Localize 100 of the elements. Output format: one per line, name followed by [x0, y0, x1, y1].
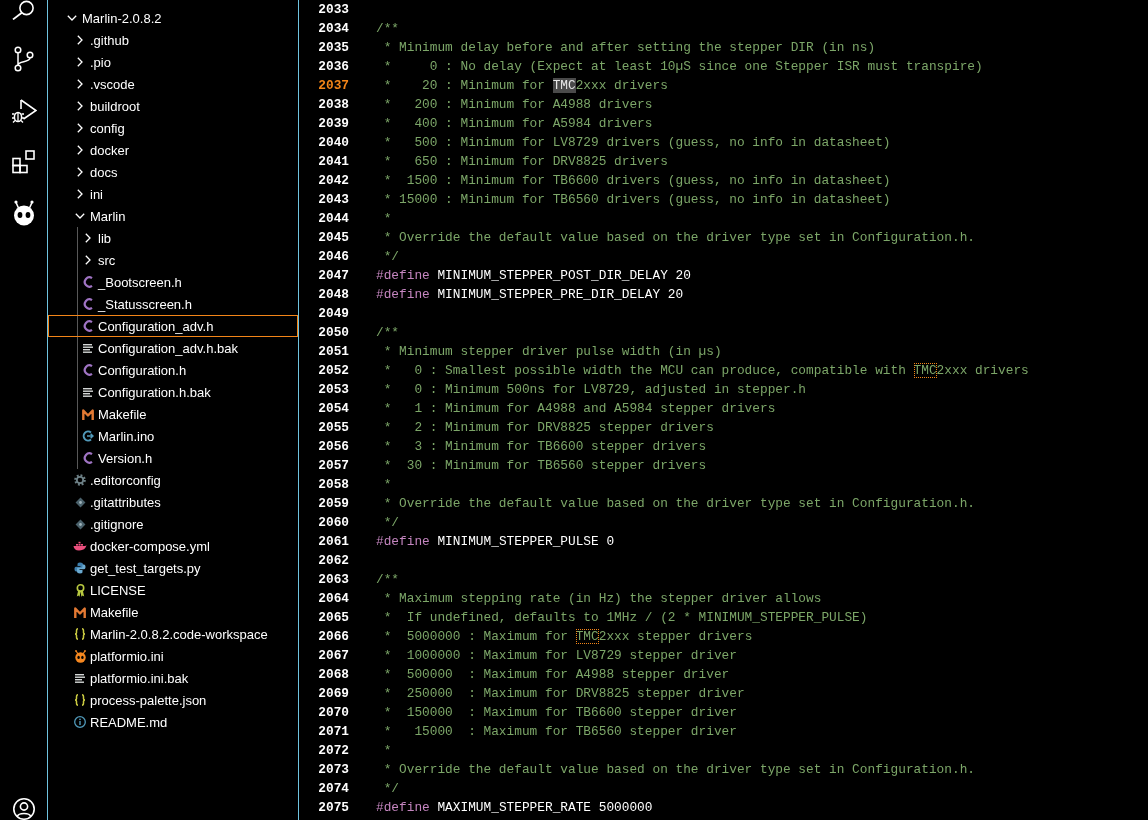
- gear-icon: [74, 474, 86, 486]
- code-line: * Minimum stepper driver pulse width (in µs): [382, 343, 722, 361]
- file-item[interactable]: README.md: [48, 711, 298, 733]
- folder-item[interactable]: buildroot: [48, 95, 298, 117]
- line-number: 2050: [317, 324, 349, 342]
- code-line: * 250000 : Maximum for DRV8825 stepper driver: [382, 685, 745, 703]
- whale-icon: [73, 541, 87, 551]
- folder-item[interactable]: docker: [48, 139, 298, 161]
- code-line: * 2 : Minimum for DRV8825 stepper drivers: [382, 419, 714, 437]
- info-icon: [74, 716, 86, 728]
- code-line: * Override the default value based on the driver type set in Configuration.h.: [382, 495, 975, 513]
- file-item[interactable]: LICENSE: [48, 579, 298, 601]
- code-line: * Override the default value based on the driver type set in Configuration.h.: [382, 229, 975, 247]
- file-item[interactable]: docker-compose.yml: [48, 535, 298, 557]
- c-letter-icon: [83, 276, 93, 288]
- code-line: * 150000 : Maximum for TB6600 stepper driver: [382, 704, 737, 722]
- line-number: 2036: [317, 58, 349, 76]
- line-number: 2042: [317, 172, 349, 190]
- folder-item[interactable]: ini: [48, 183, 298, 205]
- code-line: #define MINIMUM_STEPPER_PRE_DIR_DELAY 20: [376, 286, 684, 304]
- code-line: * 5000000 : Maximum for TMC2xxx stepper drivers: [382, 628, 753, 646]
- line-number: 2046: [317, 248, 349, 266]
- m-letter-icon: [82, 408, 94, 420]
- code-line: * If undefined, defaults to 1MHz / (2 * MINIMUM_STEPPER_PULSE): [382, 609, 868, 627]
- code-line: * 1 : Minimum for A4988 and A5984 stepper drivers: [382, 400, 776, 418]
- line-number: 2070: [317, 704, 349, 722]
- file-item[interactable]: platformio.ini: [48, 645, 298, 667]
- code-line: *: [382, 742, 392, 760]
- code-line: * 400 : Minimum for A5984 drivers: [382, 115, 653, 133]
- line-number: 2044: [317, 210, 349, 228]
- line-number: 2059: [317, 495, 349, 513]
- file-item[interactable]: Makefile: [48, 601, 298, 623]
- code-line: #define MAXIMUM_STEPPER_RATE 5000000: [376, 799, 653, 817]
- code-line: #define MINIMUM_STEPPER_PULSE 0: [376, 533, 615, 551]
- line-number: 2061: [317, 533, 349, 551]
- c-letter-icon: [83, 364, 93, 376]
- blocks-icon[interactable]: [11, 150, 36, 174]
- search-icon[interactable]: [11, 0, 36, 20]
- file-item[interactable]: .gitignore: [48, 513, 298, 535]
- folder-item[interactable]: Marlin: [48, 205, 298, 227]
- file-item[interactable]: Configuration_adv.h: [48, 315, 298, 337]
- line-number: 2037: [317, 77, 349, 95]
- line-number: 2066: [317, 628, 349, 646]
- line-number: 2060: [317, 514, 349, 532]
- code-line: * 500 : Minimum for LV8729 drivers (guess, no info in datasheet): [382, 134, 891, 152]
- code-line: * 20 : Minimum for TMC2xxx drivers: [382, 77, 668, 95]
- folder-item[interactable]: .github: [48, 29, 298, 51]
- code-line: * 0 : Minimum 500ns for LV8729, adjusted in stepper.h: [382, 381, 807, 399]
- alien-head-icon[interactable]: [11, 200, 36, 226]
- file-item[interactable]: .editorconfig: [48, 469, 298, 491]
- code-line: * 650 : Minimum for DRV8825 drivers: [382, 153, 668, 171]
- braces-icon: [74, 694, 86, 706]
- code-line: *: [382, 476, 392, 494]
- file-item[interactable]: Marlin-2.0.8.2.code-workspace: [48, 623, 298, 645]
- code-line: * Maximum stepping rate (in Hz) the stepper driver allows: [382, 590, 822, 608]
- line-number: 2065: [317, 609, 349, 627]
- file-item[interactable]: .gitattributes: [48, 491, 298, 513]
- file-item[interactable]: get_test_targets.py: [48, 557, 298, 579]
- line-number: 2054: [317, 400, 349, 418]
- code-line: /**: [376, 571, 400, 589]
- line-number: 2041: [317, 153, 349, 171]
- c-letter-icon: [83, 320, 93, 332]
- line-number: 2039: [317, 115, 349, 133]
- line-number: 2043: [317, 191, 349, 209]
- folder-item[interactable]: docs: [48, 161, 298, 183]
- play-bug-icon[interactable]: [10, 98, 37, 124]
- ribbon-icon: [75, 583, 85, 597]
- c-letter-icon: [83, 452, 93, 464]
- person-circle-icon[interactable]: [11, 798, 36, 820]
- m-letter-icon: [74, 606, 86, 618]
- code-line: * 0 : No delay (Expect at least 10µS since one Stepper ISR must transpire): [382, 58, 983, 76]
- code-line: /**: [376, 20, 400, 38]
- line-number: 2064: [317, 590, 349, 608]
- folder-item[interactable]: Marlin-2.0.8.2: [48, 7, 298, 29]
- line-number: 2034: [317, 20, 349, 38]
- folder-item[interactable]: .vscode: [48, 73, 298, 95]
- code-line: * 1000000 : Maximum for LV8729 stepper driver: [382, 647, 737, 665]
- line-number: 2062: [317, 552, 349, 570]
- line-number: 2057: [317, 457, 349, 475]
- branch-icon[interactable]: [13, 46, 34, 72]
- code-line: #define MINIMUM_STEPPER_POST_DIR_DELAY 20: [376, 267, 691, 285]
- file-item[interactable]: process-palette.json: [48, 689, 298, 711]
- code-line: */: [382, 780, 400, 798]
- line-number: 2068: [317, 666, 349, 684]
- folder-item[interactable]: .pio: [48, 51, 298, 73]
- folder-item[interactable]: config: [48, 117, 298, 139]
- line-number: 2051: [317, 343, 349, 361]
- line-number: 2069: [317, 685, 349, 703]
- line-number: 2033: [317, 1, 349, 19]
- code-line: */: [382, 514, 400, 532]
- file-item[interactable]: platformio.ini.bak: [48, 667, 298, 689]
- line-number: 2075: [317, 799, 349, 817]
- line-number: 2035: [317, 39, 349, 57]
- line-number: 2040: [317, 134, 349, 152]
- code-line: * 30 : Minimum for TB6560 stepper drivers: [382, 457, 707, 475]
- code-line: /**: [376, 324, 400, 342]
- line-number: 2038: [317, 96, 349, 114]
- line-number: 2073: [317, 761, 349, 779]
- line-number: 2056: [317, 438, 349, 456]
- line-number: 2055: [317, 419, 349, 437]
